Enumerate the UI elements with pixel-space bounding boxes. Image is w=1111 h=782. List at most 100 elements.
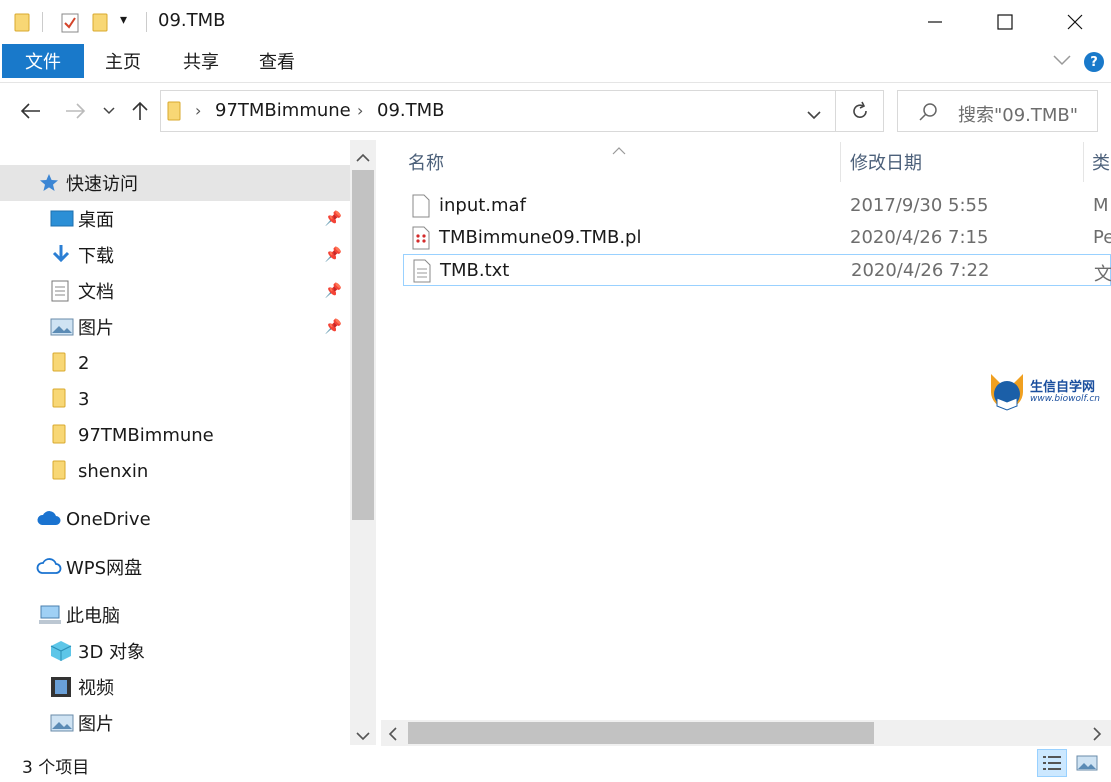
tab-file[interactable]: 文件 (2, 44, 84, 78)
breadcrumb-item[interactable]: 09.TMB (377, 100, 445, 121)
file-row-focused[interactable]: TMB.txt 2020/4/26 7:22 文 (403, 254, 1111, 286)
pin-icon[interactable]: 📌 (325, 247, 342, 263)
column-divider[interactable] (1083, 142, 1084, 182)
column-header-date[interactable]: 修改日期 (850, 142, 1080, 182)
scroll-up-button[interactable] (356, 148, 370, 167)
watermark-name: 生信自学网 (1030, 380, 1096, 395)
divider (146, 12, 147, 32)
pin-icon[interactable]: 📌 (325, 319, 342, 335)
chevron-down-icon (807, 111, 821, 120)
recent-locations-button[interactable] (98, 100, 120, 122)
nav-label: 文档 (78, 282, 114, 303)
status-bar: 3 个项目 (0, 748, 1111, 782)
forward-button[interactable] (60, 98, 92, 124)
text-file-icon (412, 259, 432, 283)
nav-folder[interactable]: 97TMBimmune (0, 417, 350, 453)
list-scrollbar-thumb[interactable] (408, 722, 874, 744)
nav-quick-access[interactable]: 快速访问 (0, 165, 350, 201)
folder-icon (14, 12, 30, 36)
nav-label: 3 (78, 388, 90, 410)
nav-wps[interactable]: WPS网盘 (0, 549, 350, 585)
nav-desktop[interactable]: 桌面 📌 (0, 201, 350, 237)
nav-this-pc[interactable]: 此电脑 (0, 597, 350, 633)
file-type: M (1093, 195, 1109, 216)
folder-icon (167, 101, 181, 125)
large-icons-view-button[interactable] (1072, 749, 1102, 777)
customize-quick-access-button[interactable]: ▾ (120, 12, 127, 28)
tab-share[interactable]: 共享 (170, 44, 232, 78)
file-row[interactable]: TMBimmune09.TMB.pl 2020/4/26 7:15 Pe (403, 222, 1111, 254)
tab-view[interactable]: 查看 (246, 44, 308, 78)
document-icon (50, 280, 72, 302)
breadcrumb-item[interactable]: 97TMBimmune (215, 100, 351, 121)
nav-folder[interactable]: 3 (0, 381, 350, 417)
search-input[interactable]: 搜索"09.TMB" (958, 101, 1078, 127)
title-bar: ▾ 09.TMB (0, 0, 1111, 44)
expand-ribbon-button[interactable] (1052, 52, 1072, 71)
refresh-button[interactable] (836, 90, 884, 132)
file-date: 2017/9/30 5:55 (850, 195, 989, 216)
perl-file-icon (411, 226, 431, 250)
cube-icon (50, 640, 72, 662)
column-header-name[interactable]: 名称 (408, 142, 838, 182)
chevron-right-icon (1093, 727, 1102, 741)
cloud-icon (36, 508, 61, 530)
watermark-url: www.biowolf.cn (1030, 394, 1100, 404)
window-title: 09.TMB (158, 10, 226, 31)
column-divider[interactable] (840, 142, 841, 182)
properties-icon[interactable] (60, 12, 80, 38)
picture-icon (50, 316, 74, 338)
address-history-button[interactable] (807, 105, 821, 124)
nav-downloads[interactable]: 下载 📌 (0, 237, 350, 273)
file-name: TMB.txt (440, 260, 510, 281)
file-date: 2020/4/26 7:15 (850, 227, 989, 248)
file-row[interactable]: input.maf 2017/9/30 5:55 M (403, 190, 1111, 222)
chevron-left-icon (388, 727, 397, 741)
wolf-logo-icon (991, 374, 1023, 411)
divider (42, 12, 43, 32)
up-button[interactable] (126, 98, 154, 124)
search-box[interactable]: 搜索"09.TMB" (897, 90, 1098, 132)
nav-label: 图片 (78, 318, 114, 339)
nav-label: WPS网盘 (66, 558, 143, 579)
arrow-right-icon (66, 103, 86, 119)
minimize-icon (928, 21, 942, 23)
maximize-button[interactable] (970, 0, 1040, 44)
nav-label: 图片 (78, 714, 114, 735)
details-view-icon (1043, 756, 1061, 770)
file-name: TMBimmune09.TMB.pl (439, 227, 642, 248)
nav-label: 97TMBimmune (78, 424, 214, 446)
new-folder-icon[interactable] (92, 12, 108, 36)
pin-icon[interactable]: 📌 (325, 211, 342, 227)
column-header-type[interactable]: 类 (1092, 142, 1111, 182)
nav-scrollbar-thumb[interactable] (352, 170, 374, 520)
chevron-right-icon: › (357, 101, 364, 120)
scroll-left-button[interactable] (388, 726, 398, 745)
scroll-right-button[interactable] (1092, 726, 1102, 745)
tab-home[interactable]: 主页 (92, 44, 154, 78)
help-button[interactable]: ? (1084, 52, 1104, 72)
nav-pictures-pc[interactable]: 图片 (0, 705, 350, 741)
nav-folder[interactable]: 2 (0, 345, 350, 381)
address-bar[interactable]: › 97TMBimmune › 09.TMB (160, 90, 836, 132)
pin-icon[interactable]: 📌 (325, 283, 342, 299)
nav-label: OneDrive (66, 508, 151, 530)
item-count: 3 个项目 (22, 758, 90, 778)
nav-label: 桌面 (78, 210, 114, 231)
chevron-down-icon (1053, 55, 1071, 66)
chevron-up-icon (356, 153, 370, 162)
nav-pictures[interactable]: 图片 📌 (0, 309, 350, 345)
nav-videos[interactable]: 视频 (0, 669, 350, 705)
nav-folder[interactable]: shenxin (0, 453, 350, 489)
file-icon (411, 194, 431, 218)
minimize-button[interactable] (900, 0, 970, 44)
desktop-icon (50, 208, 74, 230)
nav-onedrive[interactable]: OneDrive (0, 501, 350, 537)
nav-label: 2 (78, 352, 90, 374)
nav-documents[interactable]: 文档 📌 (0, 273, 350, 309)
close-button[interactable] (1040, 0, 1110, 44)
scroll-down-button[interactable] (356, 726, 370, 745)
details-view-button[interactable] (1037, 749, 1067, 777)
back-button[interactable] (14, 98, 46, 124)
nav-3d-objects[interactable]: 3D 对象 (0, 633, 350, 669)
